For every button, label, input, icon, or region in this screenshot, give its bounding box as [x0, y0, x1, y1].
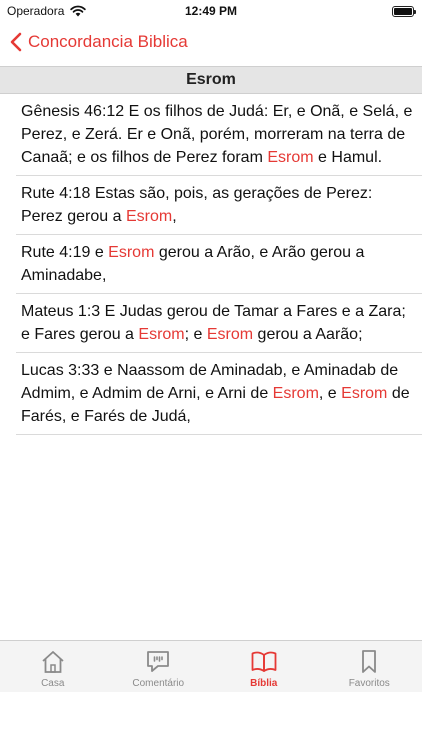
nav-bar: Concordancia Biblica	[0, 24, 422, 66]
house-icon	[42, 651, 64, 673]
clock: 12:49 PM	[184, 4, 238, 18]
highlighted-term: Esrom	[272, 385, 319, 402]
battery-icon	[392, 6, 416, 17]
verse-item[interactable]: Lucas 3:33 e Naassom de Aminadab, e Amin…	[16, 353, 422, 435]
verse-item[interactable]: Mateus 1:3 E Judas gerou de Tamar a Fare…	[16, 294, 422, 353]
verse-item[interactable]: Rute 4:18 Estas são, pois, as gerações d…	[16, 176, 422, 235]
back-button[interactable]: Concordancia Biblica	[10, 32, 188, 52]
verse-text: gerou a Aarão;	[253, 326, 363, 343]
chevron-left-icon	[10, 32, 22, 52]
tab-comentario[interactable]: Comentário	[106, 641, 212, 692]
highlighted-term: Esrom	[125, 208, 173, 225]
highlighted-term: Esrom	[138, 326, 185, 343]
verse-text: ,	[172, 208, 177, 225]
section-header: Esrom	[0, 66, 422, 94]
verse-text: Rute 4:18 Estas são, pois, as gerações d…	[21, 185, 373, 225]
tab-label-favoritos: Favoritos	[348, 678, 390, 689]
bookmark-icon	[362, 650, 377, 673]
battery-fill	[394, 8, 412, 15]
highlighted-term: Esrom	[267, 149, 314, 166]
battery-tip	[414, 10, 416, 14]
comment-bubble-icon	[147, 651, 170, 672]
tab-biblia[interactable]: Bíblia	[211, 641, 317, 692]
back-label: Concordancia Biblica	[28, 32, 188, 51]
verse-text: , e	[318, 385, 342, 402]
verse-item[interactable]: Gênesis 46:12 E os filhos de Judá: Er, e…	[16, 94, 422, 176]
verse-text: ; e	[184, 326, 207, 343]
verse-item[interactable]: Rute 4:19 e Esrom gerou a Arão, e Arão g…	[16, 235, 422, 294]
tab-label-comentario: Comentário	[132, 678, 185, 689]
status-bar: Operadora 12:49 PM	[0, 0, 422, 24]
verse-list: Gênesis 46:12 E os filhos de Judá: Er, e…	[0, 94, 422, 435]
verse-text: Rute 4:19 e	[21, 244, 109, 261]
tab-favoritos[interactable]: Favoritos	[317, 641, 422, 692]
tab-casa[interactable]: Casa	[0, 641, 106, 692]
highlighted-term: Esrom	[341, 385, 388, 402]
tab-label-biblia: Bíblia	[250, 678, 278, 689]
verse-text: e Hamul.	[313, 149, 383, 166]
highlighted-term: Esrom	[206, 326, 254, 343]
open-book-icon	[251, 651, 277, 672]
tab-bar: Casa Comentário Bíblia Favoritos	[0, 640, 422, 692]
tab-label-casa: Casa	[41, 678, 65, 689]
highlighted-term: Esrom	[108, 244, 155, 261]
